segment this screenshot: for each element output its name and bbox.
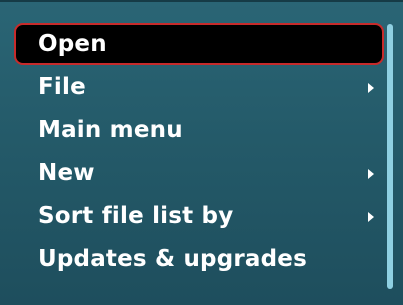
context-menu-screen: Open File Main menu New Sort file list b… (0, 0, 403, 305)
menu-item-file[interactable]: File (14, 66, 384, 109)
chevron-right-icon (368, 212, 374, 222)
menu-item-label: Main menu (38, 117, 183, 143)
chevron-right-icon (368, 83, 374, 93)
menu-item-label: Sort file list by (38, 203, 234, 229)
menu-item-label: New (38, 160, 95, 186)
menu-item-label: Updates & upgrades (38, 246, 307, 272)
menu-item-open[interactable]: Open (14, 23, 384, 65)
menu-item-label: File (38, 74, 86, 100)
menu-item-label: Open (38, 31, 107, 57)
menu-item-updates-upgrades[interactable]: Updates & upgrades (14, 238, 384, 281)
chevron-right-icon (368, 169, 374, 179)
menu-item-new[interactable]: New (14, 152, 384, 195)
context-menu: Open File Main menu New Sort file list b… (14, 23, 384, 281)
scrollbar-thumb[interactable] (387, 24, 393, 289)
menu-item-sort-file-list-by[interactable]: Sort file list by (14, 195, 384, 238)
scrollbar[interactable] (387, 24, 393, 289)
menu-item-main-menu[interactable]: Main menu (14, 109, 384, 152)
